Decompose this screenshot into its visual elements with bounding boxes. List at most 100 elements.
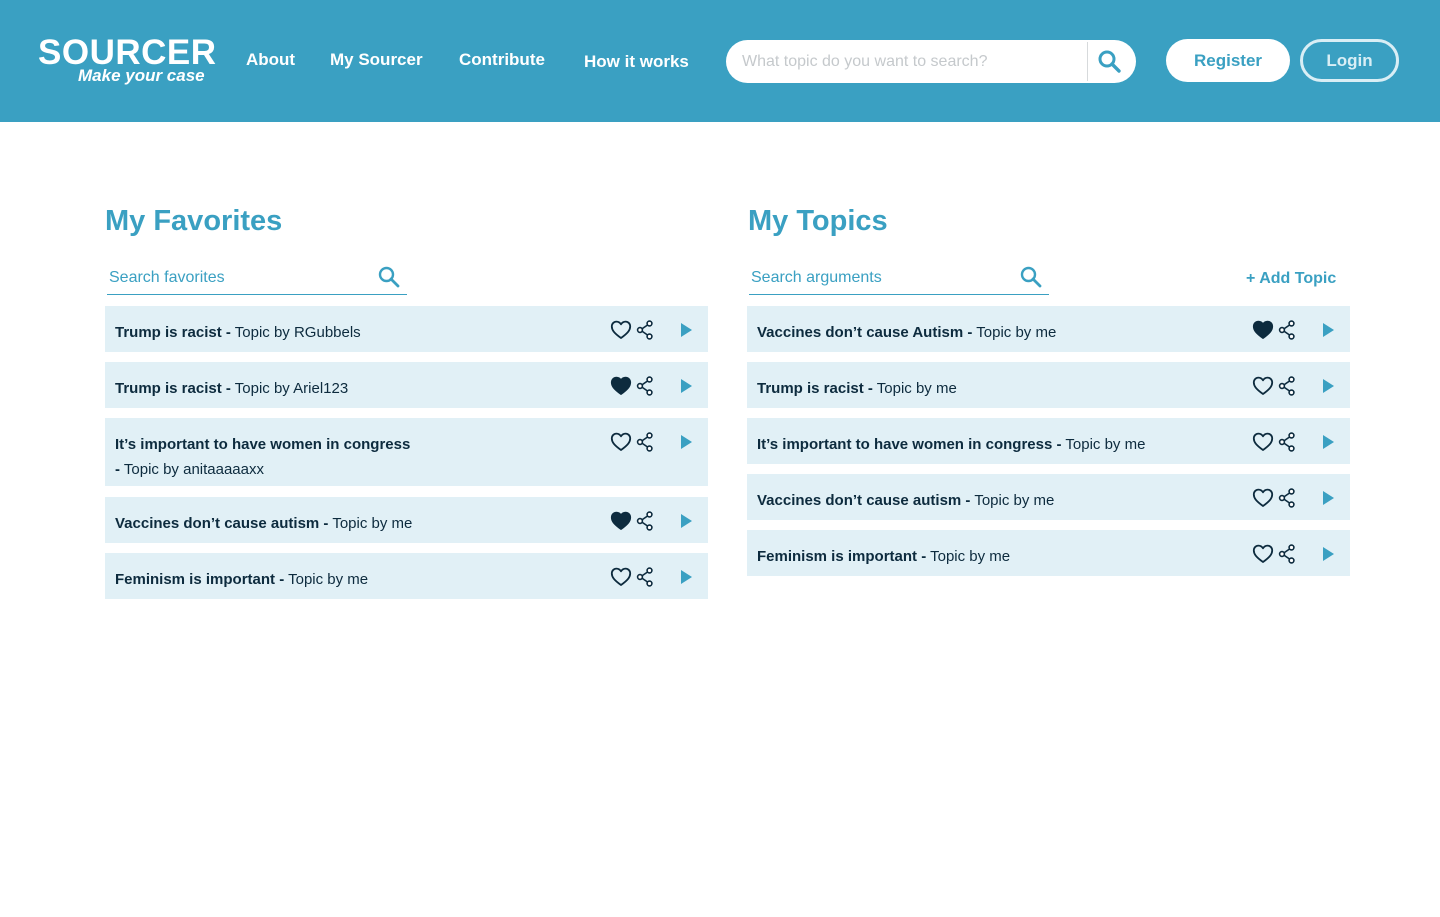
play-icon[interactable] xyxy=(1316,375,1338,397)
topic-title: Feminism is important - xyxy=(757,548,927,565)
row-actions xyxy=(1252,319,1362,341)
heart-icon[interactable] xyxy=(1252,543,1274,565)
heart-icon[interactable] xyxy=(610,319,632,341)
list-item[interactable]: Vaccines don’t cause autism - Topic by m… xyxy=(747,474,1350,520)
share-icon[interactable] xyxy=(634,431,656,453)
logo-word: SOURCER xyxy=(38,33,217,72)
list-item[interactable]: Trump is racist - Topic by Ariel123 xyxy=(105,362,708,408)
heart-icon[interactable] xyxy=(1252,375,1274,397)
share-icon[interactable] xyxy=(1276,487,1298,509)
nav-how-it-works[interactable]: How it works xyxy=(584,52,689,72)
share-icon[interactable] xyxy=(1276,375,1298,397)
play-icon[interactable] xyxy=(674,319,696,341)
topic-label: Vaccines don’t cause Autism - Topic by m… xyxy=(757,320,1227,345)
list-item[interactable]: Vaccines don’t cause Autism - Topic by m… xyxy=(747,306,1350,352)
share-icon[interactable] xyxy=(1276,319,1298,341)
list-item[interactable]: Feminism is important - Topic by me xyxy=(105,553,708,599)
row-actions xyxy=(610,375,720,397)
favorites-search xyxy=(107,262,407,295)
share-icon[interactable] xyxy=(634,510,656,532)
heart-icon[interactable] xyxy=(1252,319,1274,341)
topics-title: My Topics xyxy=(748,205,888,237)
play-icon[interactable] xyxy=(674,431,696,453)
top-header: SOURCER Make your case About My Sourcer … xyxy=(0,0,1440,122)
topic-author: Topic by me xyxy=(288,571,369,588)
topic-author: Topic by me xyxy=(876,380,957,397)
heart-icon[interactable] xyxy=(610,375,632,397)
topic-title-dash: - xyxy=(115,461,120,478)
list-item[interactable]: Trump is racist - Topic by RGubbels xyxy=(105,306,708,352)
topic-author: Topic by RGubbels xyxy=(234,324,361,341)
heart-icon[interactable] xyxy=(610,566,632,588)
row-actions xyxy=(1252,375,1362,397)
topic-author: Topic by me xyxy=(930,548,1011,565)
search-icon[interactable] xyxy=(1019,265,1043,289)
topic-author: Topic by Ariel123 xyxy=(234,380,349,397)
nav-about[interactable]: About xyxy=(246,50,295,70)
topic-label: Trump is racist - Topic by RGubbels xyxy=(115,320,585,345)
row-actions xyxy=(610,431,720,453)
list-item[interactable]: Vaccines don’t cause autism - Topic by m… xyxy=(105,497,708,543)
topic-title: Vaccines don’t cause autism - xyxy=(757,492,971,509)
topic-label: Feminism is important - Topic by me xyxy=(757,544,1227,569)
play-icon[interactable] xyxy=(674,566,696,588)
topic-author: Topic by me xyxy=(1065,436,1146,453)
heart-icon[interactable] xyxy=(610,431,632,453)
favorites-search-input[interactable] xyxy=(109,262,369,294)
topic-label: It’s important to have women in congress… xyxy=(757,432,1227,457)
topic-title: It’s important to have women in congress… xyxy=(757,436,1062,453)
list-item[interactable]: It’s important to have women in congress… xyxy=(105,418,708,486)
row-actions xyxy=(1252,543,1362,565)
row-actions xyxy=(610,510,720,532)
share-icon[interactable] xyxy=(1276,431,1298,453)
share-icon[interactable] xyxy=(1276,543,1298,565)
row-actions xyxy=(610,566,720,588)
topic-title: Trump is racist - xyxy=(757,380,873,397)
search-icon[interactable] xyxy=(377,265,401,289)
play-icon[interactable] xyxy=(1316,543,1338,565)
heart-icon[interactable] xyxy=(1252,487,1274,509)
heart-icon[interactable] xyxy=(610,510,632,532)
play-icon[interactable] xyxy=(674,375,696,397)
topic-author: Topic by me xyxy=(332,515,413,532)
topic-label: Vaccines don’t cause autism - Topic by m… xyxy=(115,511,585,536)
search-icon[interactable] xyxy=(1096,48,1124,76)
row-actions xyxy=(1252,487,1362,509)
play-icon[interactable] xyxy=(1316,487,1338,509)
topic-search-bar xyxy=(726,40,1136,83)
topic-label: Trump is racist - Topic by Ariel123 xyxy=(115,376,585,401)
topic-label: Vaccines don’t cause autism - Topic by m… xyxy=(757,488,1227,513)
sourcer-logo[interactable]: SOURCER Make your case xyxy=(38,33,218,88)
search-divider xyxy=(1087,42,1088,81)
register-button[interactable]: Register xyxy=(1166,39,1290,82)
list-item[interactable]: It’s important to have women in congress… xyxy=(747,418,1350,464)
share-icon[interactable] xyxy=(634,375,656,397)
topics-search xyxy=(749,262,1049,295)
heart-icon[interactable] xyxy=(1252,431,1274,453)
list-item[interactable]: Trump is racist - Topic by me xyxy=(747,362,1350,408)
nav-my-sourcer[interactable]: My Sourcer xyxy=(330,50,423,70)
topic-title: Feminism is important - xyxy=(115,571,285,588)
topic-title: Vaccines don’t cause Autism - xyxy=(757,324,973,341)
topic-title: Vaccines don’t cause autism - xyxy=(115,515,329,532)
play-icon[interactable] xyxy=(1316,431,1338,453)
logo-tagline: Make your case xyxy=(78,66,205,85)
topic-author: Topic by anitaaaaaxx xyxy=(123,461,264,478)
login-button[interactable]: Login xyxy=(1300,39,1399,82)
share-icon[interactable] xyxy=(634,566,656,588)
topic-label: Feminism is important - Topic by me xyxy=(115,567,585,592)
add-topic-button[interactable]: + Add Topic xyxy=(1246,270,1336,288)
topic-search-input[interactable] xyxy=(742,40,1082,83)
share-icon[interactable] xyxy=(634,319,656,341)
topic-title: It’s important to have women in congress xyxy=(115,436,411,453)
topic-label: It’s important to have women in congress… xyxy=(115,432,585,482)
list-item[interactable]: Feminism is important - Topic by me xyxy=(747,530,1350,576)
topics-search-input[interactable] xyxy=(751,262,1011,294)
play-icon[interactable] xyxy=(674,510,696,532)
nav-contribute[interactable]: Contribute xyxy=(459,50,545,70)
play-icon[interactable] xyxy=(1316,319,1338,341)
row-actions xyxy=(610,319,720,341)
topic-author: Topic by me xyxy=(976,324,1057,341)
topic-title: Trump is racist - xyxy=(115,380,231,397)
favorites-title: My Favorites xyxy=(105,205,283,237)
